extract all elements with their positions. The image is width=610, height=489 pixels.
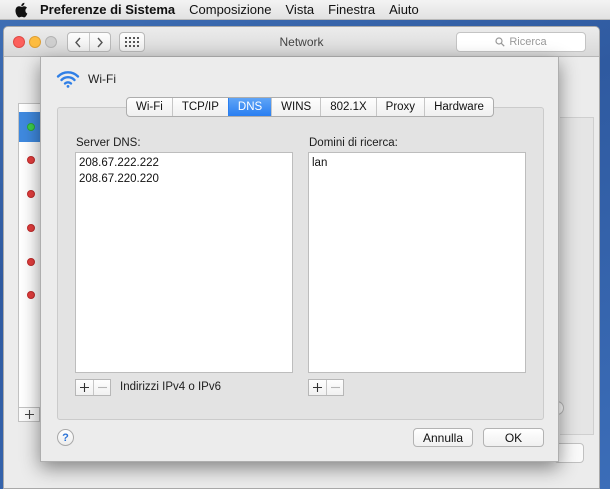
list-item[interactable]: 208.67.220.220: [79, 171, 289, 187]
status-disconnected-icon: [27, 224, 35, 232]
plus-icon: [80, 383, 89, 392]
tab-wifi[interactable]: Wi-Fi: [127, 98, 172, 116]
menu-vista[interactable]: Vista: [286, 2, 315, 17]
status-disconnected-icon: [27, 156, 35, 164]
tab-proxy[interactable]: Proxy: [375, 98, 424, 116]
menu-finestra[interactable]: Finestra: [328, 2, 375, 17]
dns-settings-sheet: Wi-Fi Wi-Fi TCP/IP DNS WINS 802.1X Proxy…: [40, 57, 559, 462]
add-search-domain-button[interactable]: [309, 380, 326, 395]
search-icon: [495, 37, 506, 47]
list-item[interactable]: lan: [312, 155, 522, 171]
settings-tab-bar: Wi-Fi TCP/IP DNS WINS 802.1X Proxy Hardw…: [126, 97, 494, 117]
dns-servers-list[interactable]: 208.67.222.222 208.67.220.220: [75, 152, 293, 373]
status-disconnected-icon: [27, 291, 35, 299]
minus-icon: [330, 386, 340, 389]
menu-bar: Preferenze di Sistema Composizione Vista…: [0, 0, 610, 20]
interface-header: Wi-Fi: [56, 70, 116, 88]
menu-composizione[interactable]: Composizione: [189, 2, 271, 17]
status-disconnected-icon: [27, 190, 35, 198]
tab-wins[interactable]: WINS: [271, 98, 320, 116]
dns-servers-label: Server DNS:: [76, 137, 141, 149]
wifi-icon: [56, 71, 80, 88]
remove-search-domain-button[interactable]: [326, 380, 343, 395]
interface-name: Wi-Fi: [88, 72, 116, 86]
ok-button[interactable]: OK: [483, 428, 544, 447]
search-domains-list[interactable]: lan: [308, 152, 526, 373]
tab-tcpip[interactable]: TCP/IP: [171, 98, 228, 116]
window-titlebar: Network Ricerca: [4, 27, 599, 57]
dns-servers-add-remove: [75, 379, 111, 396]
detail-panel-edge: [560, 117, 594, 435]
cancel-button[interactable]: Annulla: [413, 428, 473, 447]
minus-icon: [97, 386, 107, 389]
search-domains-add-remove: [308, 379, 344, 396]
search-placeholder: Ricerca: [509, 36, 547, 48]
tab-hardware[interactable]: Hardware: [424, 98, 493, 116]
status-connected-icon: [27, 123, 35, 131]
status-disconnected-icon: [27, 258, 35, 266]
tab-8021x[interactable]: 802.1X: [320, 98, 375, 116]
plus-icon: [313, 383, 322, 392]
dns-address-hint: Indirizzi IPv4 o IPv6: [120, 381, 221, 393]
search-input[interactable]: Ricerca: [456, 32, 586, 52]
menu-app-name[interactable]: Preferenze di Sistema: [40, 2, 175, 17]
search-domains-label: Domini di ricerca:: [309, 137, 398, 149]
add-dns-server-button[interactable]: [76, 380, 93, 395]
add-service-button[interactable]: [18, 407, 40, 422]
plus-icon: [24, 410, 34, 419]
tab-dns[interactable]: DNS: [227, 98, 272, 116]
menu-aiuto[interactable]: Aiuto: [389, 2, 419, 17]
apple-icon[interactable]: [14, 2, 28, 18]
help-button[interactable]: ?: [57, 429, 74, 446]
remove-dns-server-button[interactable]: [93, 380, 110, 395]
list-item[interactable]: 208.67.222.222: [79, 155, 289, 171]
